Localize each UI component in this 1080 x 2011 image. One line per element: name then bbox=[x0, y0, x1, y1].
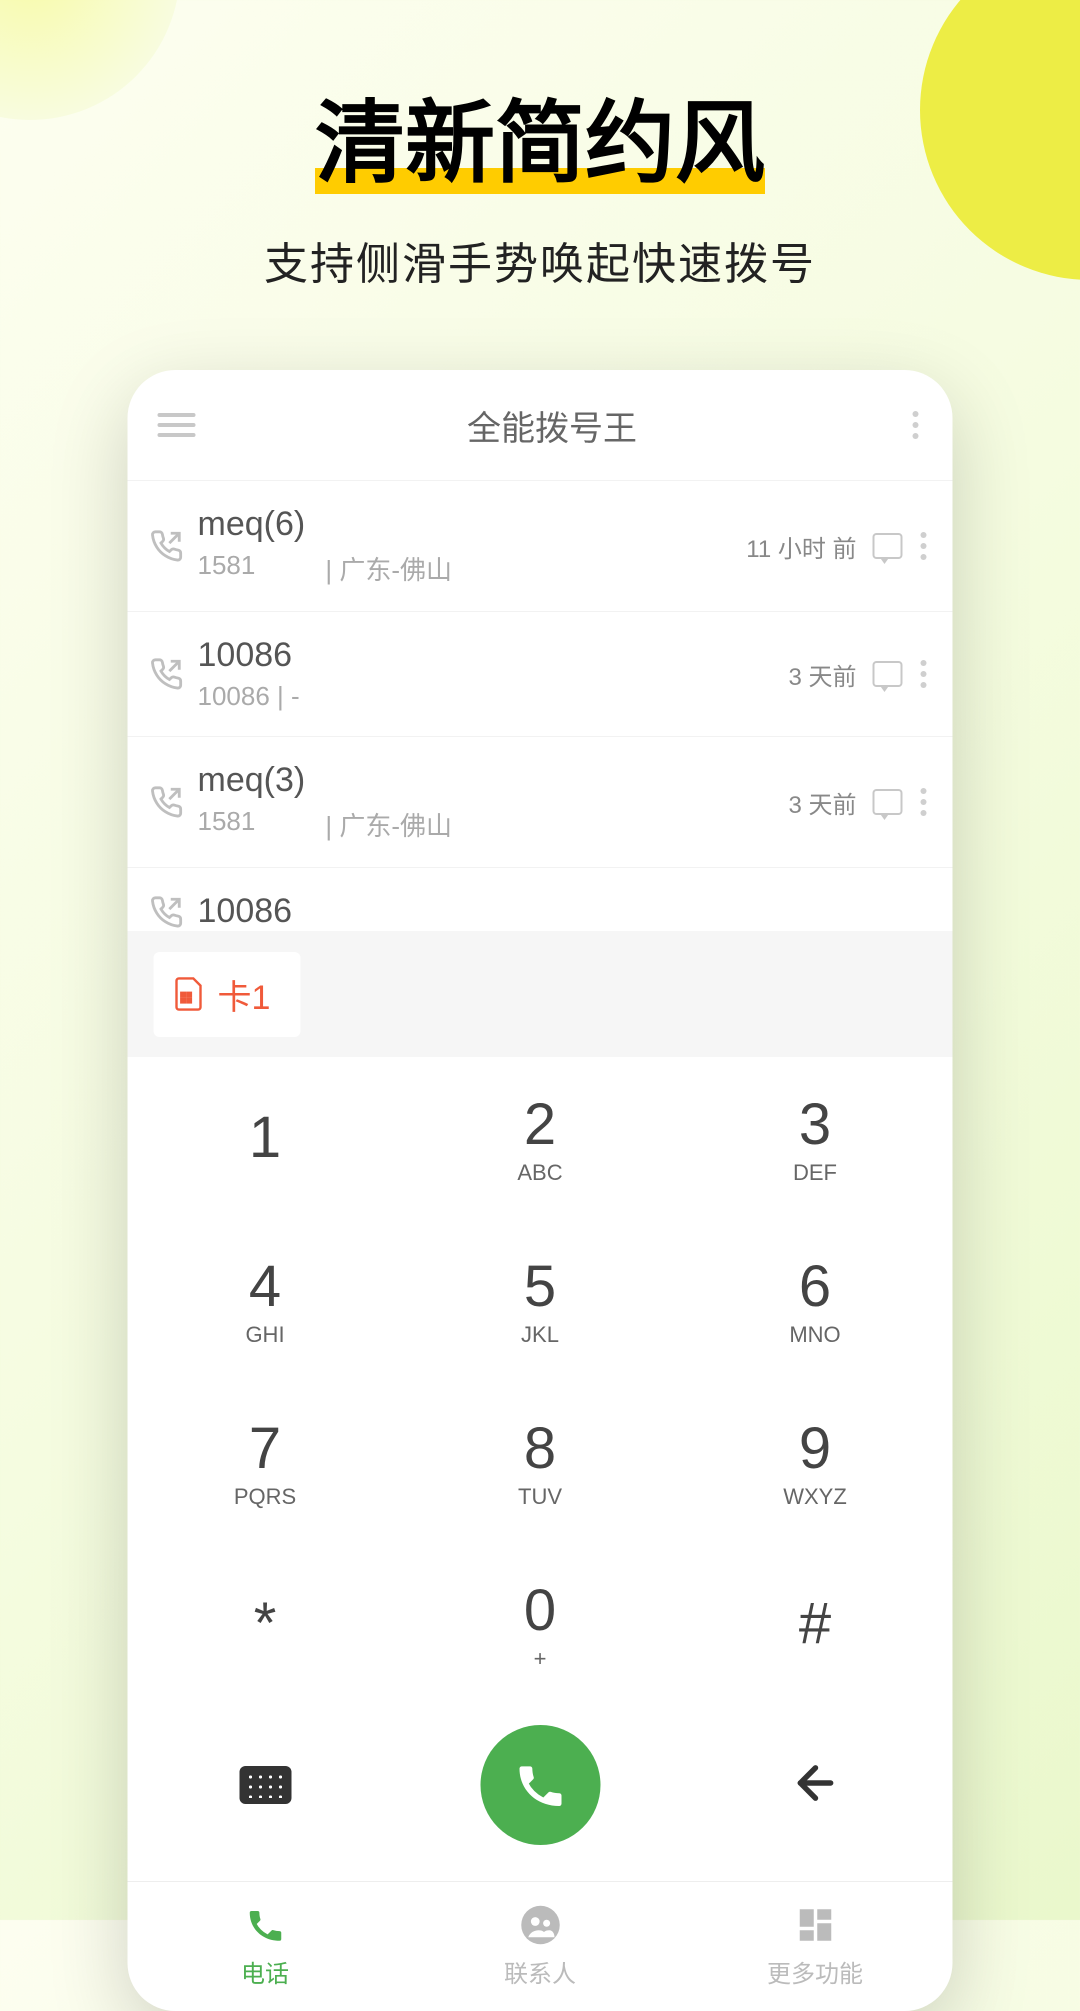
call-button[interactable] bbox=[480, 1725, 600, 1845]
nav-phone-label: 电话 bbox=[241, 1954, 289, 1989]
call-contact-name: meq(6) bbox=[198, 505, 747, 544]
outgoing-call-icon bbox=[150, 785, 184, 819]
outgoing-call-icon bbox=[150, 895, 184, 929]
call-log-item[interactable]: meq(6) 1581 | 广东-佛山 11 小时 前 bbox=[128, 480, 953, 611]
item-more-icon[interactable] bbox=[917, 656, 931, 692]
headline-title: 清新简约风 bbox=[315, 70, 765, 200]
nav-contacts-label: 联系人 bbox=[504, 1954, 576, 1989]
call-log-list: meq(6) 1581 | 广东-佛山 11 小时 前 10086 10086 … bbox=[128, 480, 953, 931]
nav-more[interactable]: 更多功能 bbox=[678, 1882, 953, 2011]
sim-label: 卡1 bbox=[218, 970, 271, 1019]
call-number: 1581 bbox=[198, 806, 256, 843]
app-header: 全能拨号王 bbox=[128, 370, 953, 480]
nav-contacts[interactable]: 联系人 bbox=[403, 1882, 678, 2011]
call-time: 11 小时 前 bbox=[746, 529, 856, 564]
key-0[interactable]: 0+ bbox=[403, 1543, 678, 1705]
key-star[interactable]: * bbox=[128, 1543, 403, 1705]
contacts-icon bbox=[519, 1904, 561, 1946]
nav-more-label: 更多功能 bbox=[767, 1954, 863, 1989]
item-more-icon[interactable] bbox=[917, 528, 931, 564]
call-number: 10086 | - bbox=[198, 681, 300, 712]
key-hash[interactable]: # bbox=[678, 1543, 953, 1705]
call-contact-name: meq(3) bbox=[198, 761, 789, 800]
grid-icon bbox=[794, 1904, 836, 1946]
key-1[interactable]: 1 bbox=[128, 1057, 403, 1219]
message-icon[interactable] bbox=[873, 661, 903, 687]
call-time: 3 天前 bbox=[788, 785, 856, 820]
sim-chip[interactable]: 卡1 bbox=[154, 952, 301, 1037]
item-more-icon[interactable] bbox=[917, 784, 931, 820]
key-4[interactable]: 4GHI bbox=[128, 1219, 403, 1381]
sim-icon bbox=[174, 976, 204, 1012]
phone-icon bbox=[244, 1904, 286, 1946]
key-6[interactable]: 6MNO bbox=[678, 1219, 953, 1381]
keyboard-icon[interactable] bbox=[239, 1766, 291, 1804]
sim-selector-bar: 卡1 bbox=[128, 931, 953, 1057]
bottom-nav: 电话 联系人 更多功能 bbox=[128, 1881, 953, 2011]
headline-subtitle: 支持侧滑手势唤起快速拨号 bbox=[0, 228, 1080, 292]
call-location: | 广东-佛山 bbox=[325, 806, 452, 843]
message-icon[interactable] bbox=[873, 533, 903, 559]
phone-frame: 全能拨号王 meq(6) 1581 | 广东-佛山 11 小时 前 bbox=[128, 370, 953, 2011]
key-5[interactable]: 5JKL bbox=[403, 1219, 678, 1381]
message-icon[interactable] bbox=[873, 789, 903, 815]
call-log-item[interactable]: 10086 10086 | - 3 天前 bbox=[128, 611, 953, 736]
backspace-icon[interactable] bbox=[789, 1757, 841, 1814]
key-9[interactable]: 9WXYZ bbox=[678, 1381, 953, 1543]
call-location: | 广东-佛山 bbox=[325, 550, 452, 587]
call-number: 1581 bbox=[198, 550, 256, 587]
key-2[interactable]: 2ABC bbox=[403, 1057, 678, 1219]
more-options-icon[interactable] bbox=[909, 407, 923, 443]
call-log-item[interactable]: meq(3) 1581 | 广东-佛山 3 天前 bbox=[128, 736, 953, 867]
app-title: 全能拨号王 bbox=[196, 401, 909, 450]
dial-action-row bbox=[128, 1705, 953, 1881]
key-3[interactable]: 3DEF bbox=[678, 1057, 953, 1219]
outgoing-call-icon bbox=[150, 529, 184, 563]
call-log-item[interactable]: 10086 bbox=[128, 867, 953, 931]
call-contact-name: 10086 bbox=[198, 892, 931, 931]
nav-phone[interactable]: 电话 bbox=[128, 1882, 403, 2011]
dial-keypad: 1 2ABC 3DEF 4GHI 5JKL 6MNO 7PQRS 8TUV 9W… bbox=[128, 1057, 953, 1705]
key-7[interactable]: 7PQRS bbox=[128, 1381, 403, 1543]
outgoing-call-icon bbox=[150, 657, 184, 691]
hamburger-icon[interactable] bbox=[158, 413, 196, 437]
key-8[interactable]: 8TUV bbox=[403, 1381, 678, 1543]
call-contact-name: 10086 bbox=[198, 636, 789, 675]
call-time: 3 天前 bbox=[788, 657, 856, 692]
